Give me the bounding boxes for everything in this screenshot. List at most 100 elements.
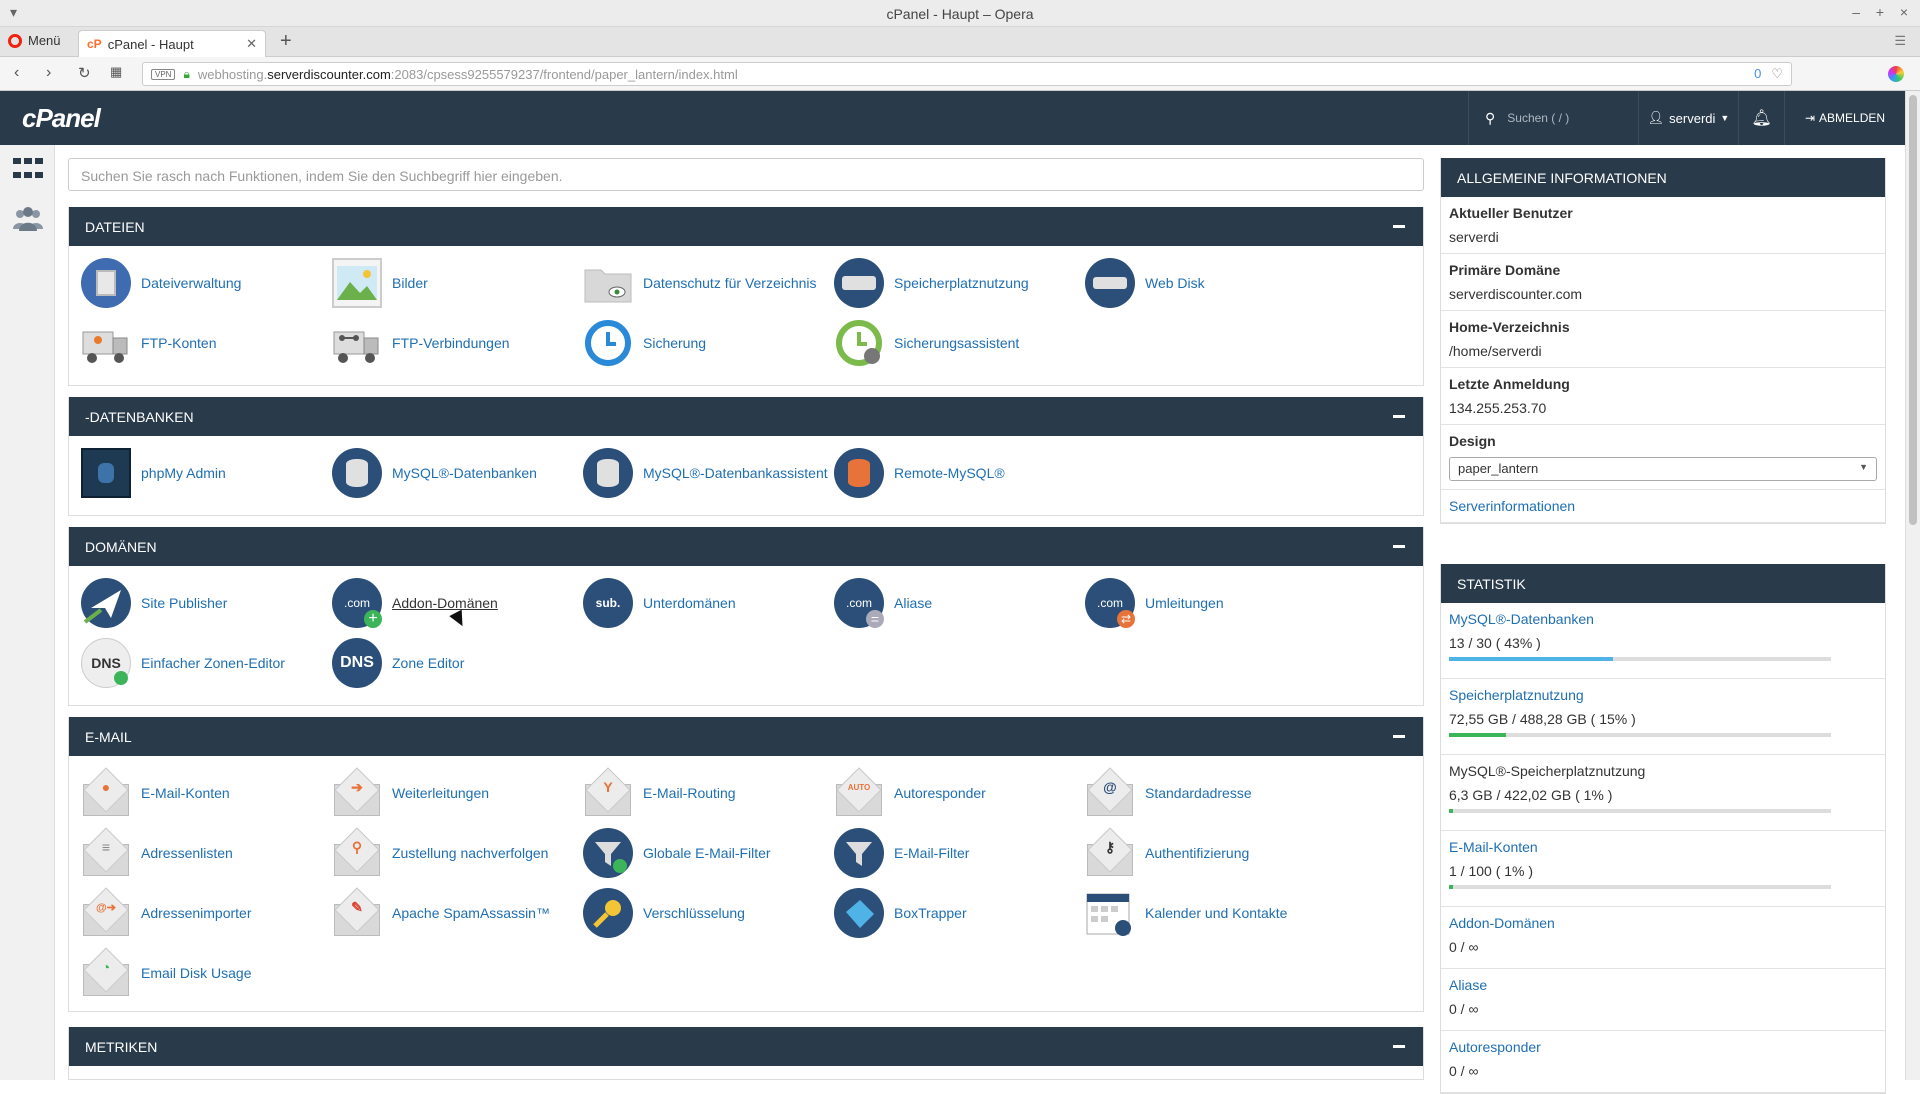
notifications-button[interactable]: 🔔︎: [1738, 91, 1784, 145]
close-tab-icon[interactable]: ✕: [246, 36, 257, 52]
item-kalender-kontakte[interactable]: Kalender und Kontakte: [1085, 883, 1335, 943]
panel-header-metriken[interactable]: METRIKEN: [69, 1027, 1423, 1066]
vpn-badge[interactable]: VPN: [151, 68, 176, 80]
stat-link[interactable]: MySQL®-Datenbanken: [1449, 611, 1877, 627]
item-phpmyadmin[interactable]: phpMy Admin: [81, 443, 331, 503]
item-site-publisher[interactable]: Site Publisher: [81, 573, 331, 633]
bell-icon: 🔔︎: [1751, 110, 1772, 127]
item-authentifizierung[interactable]: ⚷ Authentifizierung: [1085, 823, 1335, 883]
item-label: Web Disk: [1145, 275, 1205, 291]
item-label: Bilder: [392, 275, 428, 291]
maximize-icon[interactable]: +: [1876, 4, 1884, 20]
item-adressenlisten[interactable]: ≡ Adressenlisten: [81, 823, 331, 883]
speed-dial-icon[interactable]: ▦: [110, 64, 122, 80]
minimize-icon[interactable]: –: [1852, 4, 1860, 20]
header-search[interactable]: ⚲ Suchen ( / ): [1468, 91, 1638, 145]
page-scrollbar[interactable]: [1905, 91, 1920, 1080]
item-email-konten[interactable]: ● E-Mail-Konten: [81, 763, 331, 823]
reload-icon[interactable]: ↻: [78, 64, 91, 82]
item-mysql-datenbanken[interactable]: MySQL®-Datenbanken: [332, 443, 582, 503]
lock-icon[interactable]: 🔒︎: [183, 67, 189, 82]
panel-header-email[interactable]: E-MAIL: [69, 717, 1423, 756]
cpanel-logo[interactable]: cPanel: [22, 103, 101, 134]
item-dateiverwaltung[interactable]: Dateiverwaltung: [81, 253, 331, 313]
file-manager-icon: [81, 258, 131, 308]
item-unterdomaenen[interactable]: sub. Unterdomänen: [583, 573, 833, 633]
info-primary-domain: Primäre Domäne serverdiscounter.com: [1441, 254, 1885, 311]
mysql-wizard-icon: [583, 448, 633, 498]
tab-menu-icon[interactable]: ☰: [1894, 33, 1906, 49]
item-datenschutz-verzeichnis[interactable]: Datenschutz für Verzeichnis: [583, 253, 833, 313]
item-sicherung[interactable]: Sicherung: [583, 313, 833, 373]
item-ftp-verbindungen[interactable]: FTP-Verbindungen: [332, 313, 582, 373]
item-weiterleitungen[interactable]: ➔ Weiterleitungen: [332, 763, 582, 823]
item-umleitungen[interactable]: .com ⇄ Umleitungen: [1085, 573, 1335, 633]
item-remote-mysql[interactable]: Remote-MySQL®: [834, 443, 1084, 503]
logout-button[interactable]: ⇥ ABMELDEN: [1784, 91, 1905, 145]
collapse-icon[interactable]: [1393, 225, 1405, 228]
item-label: Kalender und Kontakte: [1145, 905, 1288, 921]
authentication-icon: ⚷: [1085, 827, 1135, 878]
item-email-filter[interactable]: E-Mail-Filter: [834, 823, 1084, 883]
stat-link[interactable]: Autoresponder: [1449, 1039, 1877, 1055]
design-select[interactable]: paper_lantern ▼: [1449, 457, 1877, 481]
item-label: Email Disk Usage: [141, 965, 252, 981]
item-label: Remote-MySQL®: [894, 465, 1005, 481]
stat-link[interactable]: Addon-Domänen: [1449, 915, 1877, 931]
collapse-icon[interactable]: [1393, 545, 1405, 548]
item-email-routing[interactable]: Y E-Mail-Routing: [583, 763, 833, 823]
item-speicherplatznutzung[interactable]: Speicherplatznutzung: [834, 253, 1084, 313]
server-info-link[interactable]: Serverinformationen: [1449, 498, 1575, 514]
email-accounts-icon: ●: [81, 767, 131, 818]
adblock-counter[interactable]: 0: [1754, 66, 1761, 82]
collapse-icon[interactable]: [1393, 1045, 1405, 1048]
panel-title: DATEIEN: [85, 218, 145, 235]
stat-link[interactable]: Aliase: [1449, 977, 1877, 993]
collapse-icon[interactable]: [1393, 415, 1405, 418]
close-window-icon[interactable]: ×: [1900, 4, 1908, 20]
opera-menu-button[interactable]: Menü: [8, 33, 61, 48]
stat-link[interactable]: E-Mail-Konten: [1449, 839, 1877, 855]
panel-header-dateien[interactable]: DATEIEN: [69, 207, 1423, 246]
item-sicherungsassistent[interactable]: Sicherungsassistent: [834, 313, 1084, 373]
stat-link[interactable]: Speicherplatznutzung: [1449, 687, 1877, 703]
item-einfacher-zonen-editor[interactable]: DNS Einfacher Zonen-Editor: [81, 633, 331, 693]
item-aliase[interactable]: .com = Aliase: [834, 573, 1084, 633]
item-label: MySQL®-Datenbanken: [392, 465, 537, 481]
stat-value: 13 / 30 ( 43% ): [1449, 635, 1541, 651]
info-server-info: Serverinformationen: [1441, 490, 1885, 523]
item-boxtrapper[interactable]: BoxTrapper: [834, 883, 1084, 943]
back-icon[interactable]: ‹: [14, 64, 19, 82]
item-globale-email-filter[interactable]: Globale E-Mail-Filter: [583, 823, 833, 883]
user-manager-icon[interactable]: [12, 205, 44, 233]
item-autoresponder[interactable]: AUTO Autoresponder: [834, 763, 1084, 823]
tab-cpanel[interactable]: cP cPanel - Haupt ✕: [78, 30, 266, 57]
quick-search-input[interactable]: Suchen Sie rasch nach Funktionen, indem …: [68, 158, 1424, 191]
email-routing-icon: Y: [583, 767, 633, 818]
panel-header-domaenen[interactable]: DOMÄNEN: [69, 527, 1423, 566]
item-email-disk-usage[interactable]: ◔ Email Disk Usage: [81, 943, 331, 1003]
bookmark-heart-icon[interactable]: ♡: [1771, 66, 1783, 82]
item-verschluesselung[interactable]: Verschlüsselung: [583, 883, 833, 943]
user-menu[interactable]: 👤︎ serverdi ▼: [1638, 91, 1738, 145]
item-mysql-datenbankassistent[interactable]: MySQL®-Datenbankassistent: [583, 443, 833, 503]
scrollbar-thumb[interactable]: [1909, 95, 1917, 525]
new-tab-button[interactable]: +: [280, 30, 292, 53]
home-grid-icon[interactable]: [13, 158, 43, 182]
forward-icon[interactable]: ›: [46, 64, 51, 82]
logout-label: ABMELDEN: [1819, 111, 1886, 125]
collapse-icon[interactable]: [1393, 735, 1405, 738]
item-bilder[interactable]: Bilder: [332, 253, 582, 313]
item-standardadresse[interactable]: @ Standardadresse: [1085, 763, 1335, 823]
panel-header-datenbanken[interactable]: -DATENBANKEN: [69, 397, 1423, 436]
item-zone-editor[interactable]: DNS Zone Editor: [332, 633, 582, 693]
item-zustellung-nachverfolgen[interactable]: ⚲ Zustellung nachverfolgen: [332, 823, 582, 883]
stat-progress-bar: [1449, 885, 1831, 889]
easy-setup-icon[interactable]: [1888, 66, 1904, 82]
item-apache-spamassassin[interactable]: ✎ Apache SpamAssassin™: [332, 883, 582, 943]
url-field[interactable]: VPN 🔒︎ webhosting.serverdiscounter.com:2…: [142, 62, 1792, 86]
item-ftp-konten[interactable]: FTP-Konten: [81, 313, 331, 373]
boxtrapper-icon: [834, 888, 884, 938]
item-adressenimporter[interactable]: @➔ Adressenimporter: [81, 883, 331, 943]
item-web-disk[interactable]: Web Disk: [1085, 253, 1335, 313]
